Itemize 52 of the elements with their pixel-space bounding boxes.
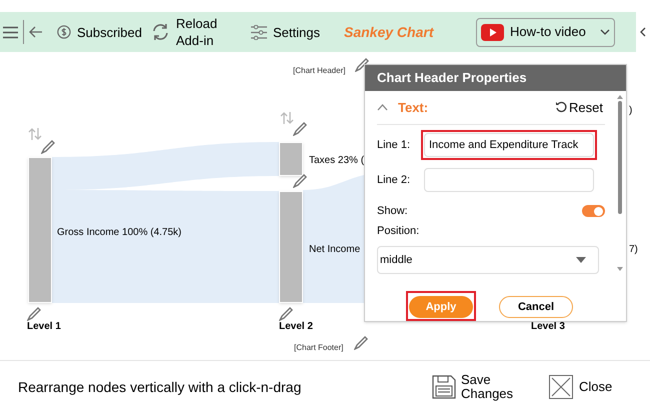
pencil-icon[interactable] [293,122,307,136]
toolbar-button[interactable]: Subscribed [57,24,142,40]
close-icon [549,375,573,399]
cancel-button[interactable]: Cancel [499,296,573,318]
node-label: Taxes 23% ( [309,154,364,168]
toolbar-button[interactable]: Reload Add-in [151,15,241,49]
field-label: Line 2: [377,172,412,188]
field-label: Line 1: [377,138,412,152]
pencil-icon[interactable] [355,58,369,72]
reset-button[interactable]: Reset [555,98,603,117]
caret-icon [576,256,586,263]
chart-header-label: [Chart Header] [293,65,346,77]
play-icon [481,24,504,40]
chevron-up-icon [377,104,388,111]
close-button[interactable]: Close [549,375,612,399]
scrollbar[interactable] [617,94,623,271]
position-select[interactable]: middle [377,246,599,274]
floppy-icon [432,375,456,399]
field-label: Position: [377,224,420,240]
dialog-title: Chart Header Properties [365,65,626,91]
show-switch[interactable] [582,205,605,217]
video-button[interactable]: How-to video [476,18,615,46]
hint-text: Rearrange nodes vertically with a click-n-drag [18,378,302,397]
node-label: 7) [629,243,638,257]
pencil-icon[interactable] [279,307,293,321]
chart-footer-label: [Chart Footer] [294,342,344,354]
node-bar[interactable] [279,142,303,176]
node-label: ) [629,104,632,118]
reload-icon [151,23,170,41]
pencil-icon[interactable] [293,174,307,188]
chevron-left-icon[interactable] [640,27,646,37]
level-label: Level 3 [531,320,565,334]
text-field[interactable]: Income and Expenditure Track [421,130,597,160]
app-title: Sankey Chart [344,22,435,42]
node-label: Net Income [309,243,360,257]
node-bar[interactable] [279,191,303,303]
dollar-icon [57,24,71,40]
menu-icon[interactable] [3,26,18,38]
chevron-down-icon [600,29,610,35]
node-label: Gross Income 100% (4.75k) [57,226,182,240]
save-button[interactable]: Save Changes [432,373,511,401]
sliders-icon [251,24,267,40]
field-label: Show: [377,204,408,219]
level-label: Level 1 [27,320,61,334]
pencil-icon[interactable] [41,140,55,154]
undo-icon [555,101,568,114]
back-arrow-icon[interactable] [29,26,42,38]
pencil-icon[interactable] [354,336,368,350]
node-bar[interactable] [28,157,52,303]
pencil-icon[interactable] [27,307,41,321]
toolbar-button[interactable]: Settings [251,24,331,40]
level-label: Level 2 [279,320,313,334]
